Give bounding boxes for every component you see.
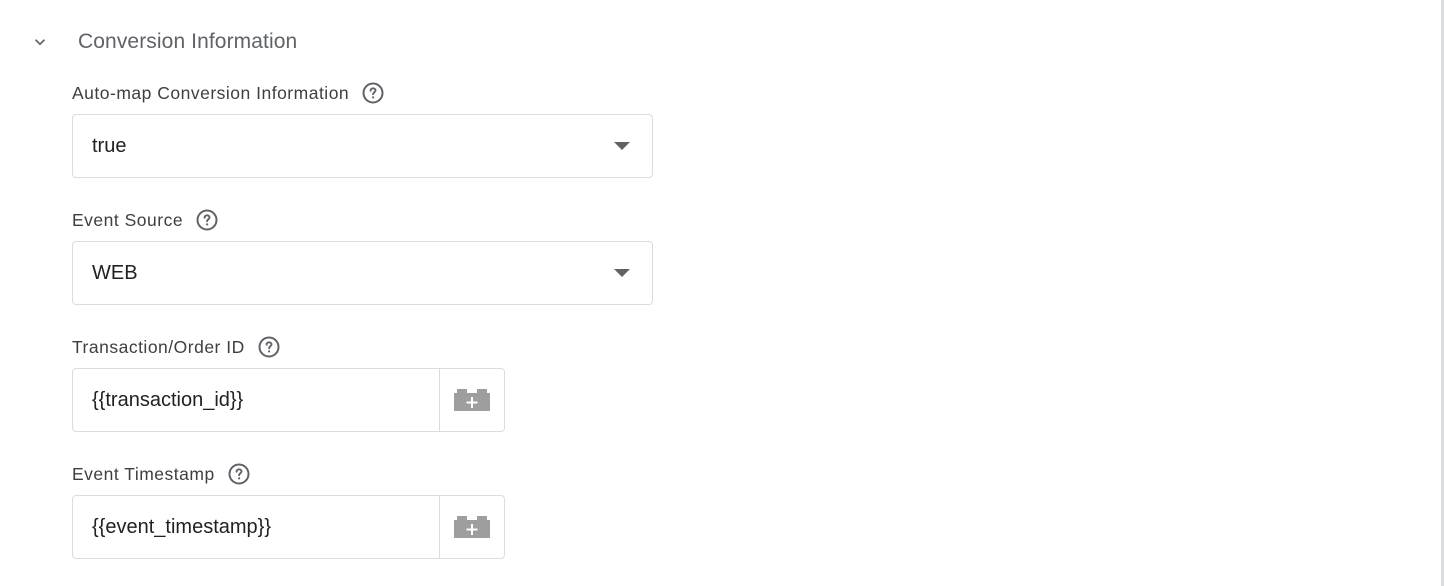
transaction-order-id-label: Transaction/Order ID <box>72 336 245 357</box>
event-timestamp-input[interactable] <box>73 496 439 558</box>
chevron-down-icon[interactable] <box>24 26 56 58</box>
event-source-label: Event Source <box>72 209 184 230</box>
dropdown-arrow-icon <box>613 268 631 278</box>
insert-variable-button[interactable] <box>439 369 504 431</box>
transaction-order-id-input[interactable] <box>73 369 439 431</box>
event-source-field: Event Source WEB <box>72 207 653 305</box>
help-icon[interactable] <box>195 208 219 232</box>
auto-map-conversion-label: Auto-map Conversion Information <box>72 82 350 103</box>
auto-map-conversion-field: Auto-map Conversion Information true <box>72 80 653 178</box>
event-timestamp-field: Event Timestamp <box>72 461 505 559</box>
event-source-value: WEB <box>92 261 138 284</box>
dropdown-arrow-icon <box>613 141 631 151</box>
conversion-information-section-header[interactable]: Conversion Information <box>24 24 297 60</box>
transaction-order-id-field: Transaction/Order ID <box>72 334 505 432</box>
event-timestamp-input-group <box>72 495 505 559</box>
add-variable-brick-icon <box>454 516 490 538</box>
event-timestamp-label: Event Timestamp <box>72 463 215 484</box>
auto-map-conversion-value: true <box>92 134 127 157</box>
help-icon[interactable] <box>257 335 281 359</box>
help-icon[interactable] <box>227 462 251 486</box>
transaction-order-id-input-group <box>72 368 505 432</box>
section-title: Conversion Information <box>78 30 298 53</box>
auto-map-conversion-select[interactable]: true <box>72 114 653 178</box>
insert-variable-button[interactable] <box>439 496 504 558</box>
event-source-select[interactable]: WEB <box>72 241 653 305</box>
add-variable-brick-icon <box>454 389 490 411</box>
help-icon[interactable] <box>361 81 385 105</box>
tag-configuration-panel: Conversion Information Auto-map Conversi… <box>0 0 1444 586</box>
